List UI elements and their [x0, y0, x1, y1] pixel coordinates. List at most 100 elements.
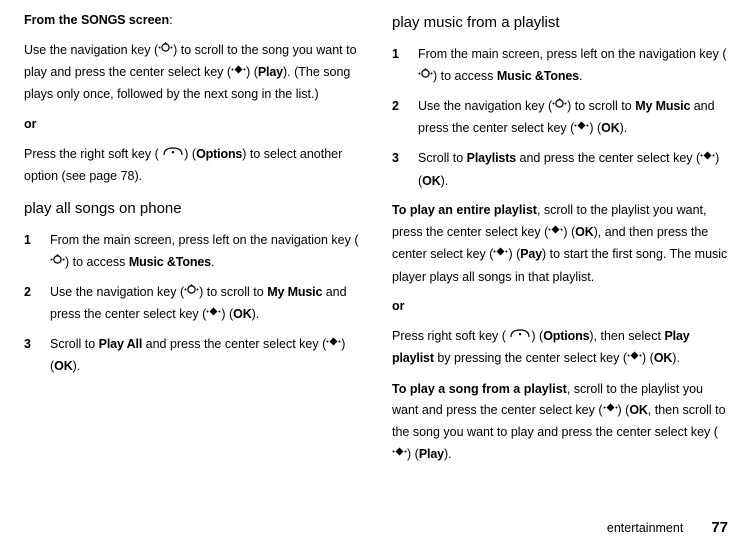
para-entire-playlist: To play an entire playlist, scroll to th… [392, 200, 732, 288]
section-heading-play-all: play all songs on phone [24, 196, 364, 222]
music-tones-label: Music &Tones [497, 69, 579, 83]
text: ) ( [508, 248, 520, 262]
section-heading-playlist: play music from a playlist [392, 10, 732, 36]
text: ) to scroll to [567, 99, 635, 113]
step-2: 2 Use the navigation key ( ) to scroll to… [392, 96, 732, 140]
text: ) ( [563, 226, 575, 240]
para-right-softkey: Press right soft key ( ) (Options), then… [392, 326, 732, 370]
step-2: 2 Use the navigation key ( ) to scroll to… [24, 282, 364, 326]
text: . [211, 255, 214, 269]
text: . [579, 69, 582, 83]
center-select-key-icon [493, 243, 508, 265]
intro-colon: : [169, 13, 172, 27]
text: ) to scroll to [199, 285, 267, 299]
nav-key-icon [552, 95, 567, 117]
nav-key-icon [418, 65, 433, 87]
text: Scroll to [418, 152, 467, 166]
intro-line: From the SONGS screen: [24, 10, 364, 32]
ok-label: OK [629, 404, 647, 418]
playlists-label: Playlists [467, 152, 516, 166]
text: ) ( [618, 404, 630, 418]
text: by pressing the center select key ( [434, 352, 627, 366]
or-separator: or [392, 296, 732, 318]
text: Use the navigation key ( [50, 285, 184, 299]
text: ) ( [642, 352, 654, 366]
step-body: Scroll to Playlists and press the center… [418, 148, 732, 192]
text: ). [672, 352, 680, 366]
footer-section-label: entertainment [607, 521, 683, 535]
step-number: 1 [392, 44, 406, 88]
text: ) ( [184, 147, 196, 161]
page: From the SONGS screen: Use the navigatio… [0, 0, 756, 546]
play-label: Play [258, 65, 283, 79]
options-label: Options [196, 147, 242, 161]
bold-lead: To play an entire playlist [392, 203, 537, 217]
text: ) to access [65, 255, 129, 269]
center-select-key-icon [206, 303, 221, 325]
text: ). [73, 359, 81, 373]
step-body: Use the navigation key () to scroll to M… [50, 282, 364, 326]
para-use-nav: Use the navigation key () to scroll to t… [24, 40, 364, 106]
text: Use the navigation key ( [418, 99, 552, 113]
text: ). [444, 448, 452, 462]
center-select-key-icon [574, 117, 589, 139]
step-number: 2 [24, 282, 38, 326]
center-select-key-icon [548, 221, 563, 243]
soft-key-icon [509, 325, 531, 347]
text: From the main screen, press left on the … [418, 47, 726, 61]
step-1: 1 From the main screen, press left on th… [392, 44, 732, 88]
para-song-from-playlist: To play a song from a playlist, scroll t… [392, 379, 732, 467]
page-footer: entertainment 77 [24, 515, 732, 536]
text: Use the navigation key ( [24, 43, 158, 57]
text: ). [441, 174, 449, 188]
text: and press the center select key ( [142, 338, 326, 352]
text: Scroll to [50, 338, 99, 352]
soft-key-icon [162, 143, 184, 165]
ok-label: OK [654, 352, 672, 366]
text: ) ( [531, 330, 543, 344]
pay-label: Pay [520, 248, 542, 262]
text: From the main screen, press left on the … [50, 233, 358, 247]
center-select-key-icon [700, 147, 715, 169]
center-select-key-icon [603, 399, 618, 421]
play-all-label: Play All [99, 338, 143, 352]
ok-label: OK [575, 226, 593, 240]
center-select-key-icon [231, 61, 246, 83]
para-right-softkey: Press the right soft key ( ) (Options) t… [24, 144, 364, 188]
step-body: From the main screen, press left on the … [50, 230, 364, 274]
center-select-key-icon [326, 333, 341, 355]
music-tones-label: Music &Tones [129, 255, 211, 269]
text: and press the center select key ( [516, 152, 700, 166]
step-3: 3 Scroll to Playlists and press the cent… [392, 148, 732, 192]
center-select-key-icon [392, 443, 407, 465]
text: Press the right soft key ( [24, 147, 162, 161]
step-number: 1 [24, 230, 38, 274]
text: ) to access [433, 69, 497, 83]
my-music-label: My Music [635, 99, 690, 113]
text: ) ( [589, 122, 601, 136]
text: ) ( [246, 65, 258, 79]
step-body: From the main screen, press left on the … [418, 44, 732, 88]
text: ) ( [407, 448, 419, 462]
ok-label: OK [233, 307, 251, 321]
ok-label: OK [422, 174, 440, 188]
two-columns: From the SONGS screen: Use the navigatio… [24, 10, 732, 515]
step-number: 3 [24, 334, 38, 378]
page-number: 77 [711, 519, 728, 536]
step-3: 3 Scroll to Play All and press the cente… [24, 334, 364, 378]
step-number: 2 [392, 96, 406, 140]
center-select-key-icon [627, 347, 642, 369]
ok-label: OK [601, 122, 619, 136]
step-body: Scroll to Play All and press the center … [50, 334, 364, 378]
step-1: 1 From the main screen, press left on th… [24, 230, 364, 274]
text: ) ( [221, 307, 233, 321]
right-column: play music from a playlist 1 From the ma… [392, 10, 732, 515]
text: ), then select [589, 330, 664, 344]
or-separator: or [24, 114, 364, 136]
bold-lead: To play a song from a playlist [392, 382, 567, 396]
left-column: From the SONGS screen: Use the navigatio… [24, 10, 364, 515]
nav-key-icon [158, 39, 173, 61]
text: Press right soft key ( [392, 330, 509, 344]
options-label: Options [543, 330, 589, 344]
intro-text: From the SONGS screen [24, 13, 169, 27]
